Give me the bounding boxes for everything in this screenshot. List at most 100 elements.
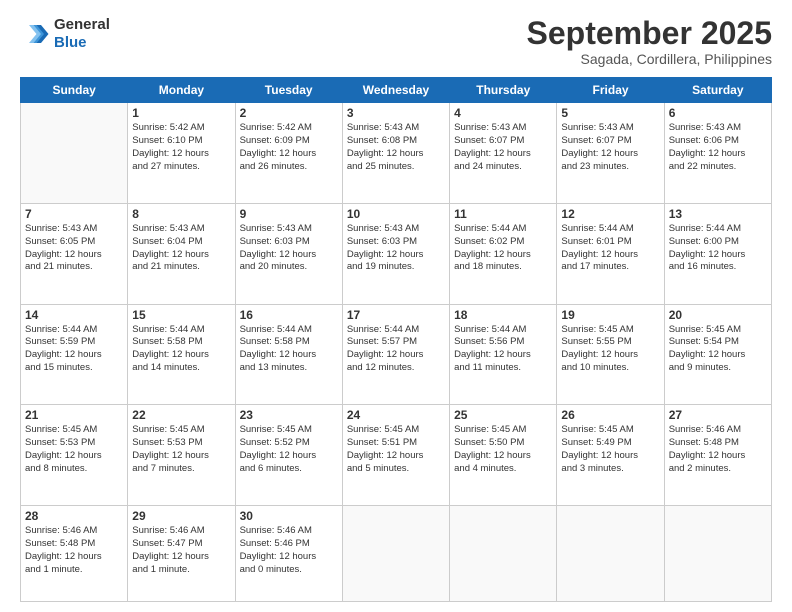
day-number: 15 xyxy=(132,308,230,322)
calendar-cell: 20 Sunrise: 5:45 AM Sunset: 5:54 PM Dayli… xyxy=(664,304,771,405)
calendar-cell: 14 Sunrise: 5:44 AM Sunset: 5:59 PM Dayli… xyxy=(21,304,128,405)
day-info: Sunrise: 5:44 AM Sunset: 6:01 PM Dayligh… xyxy=(561,223,659,274)
day-number: 24 xyxy=(347,408,445,422)
calendar-cell: 5Sunrise: 5:43 AM Sunset: 6:07 PM Daylig… xyxy=(557,103,664,204)
day-info: Sunrise: 5:42 AM Sunset: 6:09 PM Dayligh… xyxy=(240,122,338,173)
calendar-header-row: SundayMondayTuesdayWednesdayThursdayFrid… xyxy=(21,78,772,103)
column-header-thursday: Thursday xyxy=(450,78,557,103)
day-info: Sunrise: 5:43 AM Sunset: 6:08 PM Dayligh… xyxy=(347,122,445,173)
day-info: Sunrise: 5:45 AM Sunset: 5:53 PM Dayligh… xyxy=(132,424,230,475)
calendar-cell: 6Sunrise: 5:43 AM Sunset: 6:06 PM Daylig… xyxy=(664,103,771,204)
day-number: 26 xyxy=(561,408,659,422)
calendar-cell xyxy=(342,506,449,602)
calendar-cell xyxy=(450,506,557,602)
day-number: 27 xyxy=(669,408,767,422)
day-info: Sunrise: 5:46 AM Sunset: 5:46 PM Dayligh… xyxy=(240,525,338,576)
column-header-saturday: Saturday xyxy=(664,78,771,103)
day-number: 7 xyxy=(25,207,123,221)
location-subtitle: Sagada, Cordillera, Philippines xyxy=(527,51,772,67)
calendar-cell: 21 Sunrise: 5:45 AM Sunset: 5:53 PM Dayli… xyxy=(21,405,128,506)
day-info: Sunrise: 5:45 AM Sunset: 5:49 PM Dayligh… xyxy=(561,424,659,475)
calendar-week-row: 7Sunrise: 5:43 AM Sunset: 6:05 PM Daylig… xyxy=(21,203,772,304)
day-number: 23 xyxy=(240,408,338,422)
day-info: Sunrise: 5:44 AM Sunset: 6:02 PM Dayligh… xyxy=(454,223,552,274)
calendar-cell xyxy=(664,506,771,602)
day-info: Sunrise: 5:43 AM Sunset: 6:03 PM Dayligh… xyxy=(240,223,338,274)
calendar-cell: 15 Sunrise: 5:44 AM Sunset: 5:58 PM Dayli… xyxy=(128,304,235,405)
day-info: Sunrise: 5:43 AM Sunset: 6:04 PM Dayligh… xyxy=(132,223,230,274)
calendar-cell: 28 Sunrise: 5:46 AM Sunset: 5:48 PM Dayli… xyxy=(21,506,128,602)
day-info: Sunrise: 5:44 AM Sunset: 5:58 PM Dayligh… xyxy=(240,324,338,375)
day-number: 20 xyxy=(669,308,767,322)
column-header-friday: Friday xyxy=(557,78,664,103)
calendar-table: SundayMondayTuesdayWednesdayThursdayFrid… xyxy=(20,77,772,602)
day-number: 22 xyxy=(132,408,230,422)
calendar-cell: 16 Sunrise: 5:44 AM Sunset: 5:58 PM Dayli… xyxy=(235,304,342,405)
day-number: 18 xyxy=(454,308,552,322)
day-number: 3 xyxy=(347,106,445,120)
calendar-week-row: 1 Sunrise: 5:42 AM Sunset: 6:10 PM Daylig… xyxy=(21,103,772,204)
day-number: 14 xyxy=(25,308,123,322)
logo: General Blue xyxy=(20,16,110,52)
calendar-cell: 2Sunrise: 5:42 AM Sunset: 6:09 PM Daylig… xyxy=(235,103,342,204)
day-info: Sunrise: 5:44 AM Sunset: 5:58 PM Dayligh… xyxy=(132,324,230,375)
day-number: 12 xyxy=(561,207,659,221)
calendar-cell: 9 Sunrise: 5:43 AM Sunset: 6:03 PM Daylig… xyxy=(235,203,342,304)
calendar-cell: 24 Sunrise: 5:45 AM Sunset: 5:51 PM Dayli… xyxy=(342,405,449,506)
title-block: September 2025 Sagada, Cordillera, Phili… xyxy=(527,16,772,67)
day-number: 9 xyxy=(240,207,338,221)
day-number: 11 xyxy=(454,207,552,221)
day-number: 30 xyxy=(240,509,338,523)
day-info: Sunrise: 5:44 AM Sunset: 5:59 PM Dayligh… xyxy=(25,324,123,375)
day-number: 21 xyxy=(25,408,123,422)
day-number: 28 xyxy=(25,509,123,523)
day-number: 16 xyxy=(240,308,338,322)
day-info: Sunrise: 5:46 AM Sunset: 5:48 PM Dayligh… xyxy=(25,525,123,576)
day-info: Sunrise: 5:44 AM Sunset: 5:57 PM Dayligh… xyxy=(347,324,445,375)
day-info: Sunrise: 5:44 AM Sunset: 5:56 PM Dayligh… xyxy=(454,324,552,375)
day-info: Sunrise: 5:45 AM Sunset: 5:50 PM Dayligh… xyxy=(454,424,552,475)
column-header-sunday: Sunday xyxy=(21,78,128,103)
month-title: September 2025 xyxy=(527,16,772,51)
day-number: 29 xyxy=(132,509,230,523)
day-info: Sunrise: 5:45 AM Sunset: 5:51 PM Dayligh… xyxy=(347,424,445,475)
calendar-week-row: 14 Sunrise: 5:44 AM Sunset: 5:59 PM Dayli… xyxy=(21,304,772,405)
calendar-cell: 22 Sunrise: 5:45 AM Sunset: 5:53 PM Dayli… xyxy=(128,405,235,506)
day-info: Sunrise: 5:46 AM Sunset: 5:47 PM Dayligh… xyxy=(132,525,230,576)
calendar-cell: 29 Sunrise: 5:46 AM Sunset: 5:47 PM Dayli… xyxy=(128,506,235,602)
calendar-cell: 11 Sunrise: 5:44 AM Sunset: 6:02 PM Dayli… xyxy=(450,203,557,304)
day-info: Sunrise: 5:43 AM Sunset: 6:07 PM Dayligh… xyxy=(454,122,552,173)
day-number: 1 xyxy=(132,106,230,120)
day-info: Sunrise: 5:44 AM Sunset: 6:00 PM Dayligh… xyxy=(669,223,767,274)
column-header-tuesday: Tuesday xyxy=(235,78,342,103)
header: General Blue September 2025 Sagada, Cord… xyxy=(20,16,772,67)
logo-icon xyxy=(20,19,50,49)
calendar-cell: 17 Sunrise: 5:44 AM Sunset: 5:57 PM Dayli… xyxy=(342,304,449,405)
day-info: Sunrise: 5:42 AM Sunset: 6:10 PM Dayligh… xyxy=(132,122,230,173)
day-number: 19 xyxy=(561,308,659,322)
calendar-cell xyxy=(21,103,128,204)
calendar-cell: 7Sunrise: 5:43 AM Sunset: 6:05 PM Daylig… xyxy=(21,203,128,304)
calendar-cell: 25Sunrise: 5:45 AM Sunset: 5:50 PM Dayli… xyxy=(450,405,557,506)
page: General Blue September 2025 Sagada, Cord… xyxy=(0,0,792,612)
calendar-cell: 3 Sunrise: 5:43 AM Sunset: 6:08 PM Daylig… xyxy=(342,103,449,204)
day-info: Sunrise: 5:46 AM Sunset: 5:48 PM Dayligh… xyxy=(669,424,767,475)
calendar-cell: 23 Sunrise: 5:45 AM Sunset: 5:52 PM Dayli… xyxy=(235,405,342,506)
day-number: 5 xyxy=(561,106,659,120)
day-info: Sunrise: 5:45 AM Sunset: 5:54 PM Dayligh… xyxy=(669,324,767,375)
calendar-cell xyxy=(557,506,664,602)
calendar-cell: 19Sunrise: 5:45 AM Sunset: 5:55 PM Dayli… xyxy=(557,304,664,405)
day-info: Sunrise: 5:45 AM Sunset: 5:52 PM Dayligh… xyxy=(240,424,338,475)
day-info: Sunrise: 5:45 AM Sunset: 5:53 PM Dayligh… xyxy=(25,424,123,475)
calendar-cell: 26 Sunrise: 5:45 AM Sunset: 5:49 PM Dayli… xyxy=(557,405,664,506)
day-number: 8 xyxy=(132,207,230,221)
day-number: 17 xyxy=(347,308,445,322)
calendar-cell: 27 Sunrise: 5:46 AM Sunset: 5:48 PM Dayli… xyxy=(664,405,771,506)
day-number: 4 xyxy=(454,106,552,120)
logo-text: General Blue xyxy=(54,16,110,52)
day-info: Sunrise: 5:43 AM Sunset: 6:03 PM Dayligh… xyxy=(347,223,445,274)
calendar-cell: 1 Sunrise: 5:42 AM Sunset: 6:10 PM Daylig… xyxy=(128,103,235,204)
day-number: 6 xyxy=(669,106,767,120)
calendar-cell: 13Sunrise: 5:44 AM Sunset: 6:00 PM Dayli… xyxy=(664,203,771,304)
calendar-week-row: 21 Sunrise: 5:45 AM Sunset: 5:53 PM Dayli… xyxy=(21,405,772,506)
